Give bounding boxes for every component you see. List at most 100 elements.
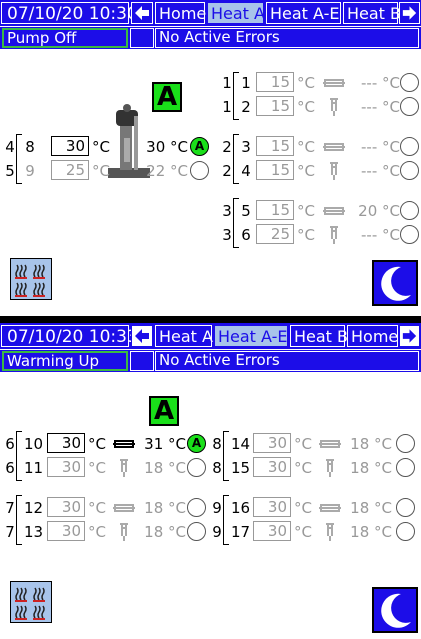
setpoint-input[interactable]: 30 bbox=[51, 136, 89, 156]
zone-id: 4 bbox=[241, 162, 251, 180]
tab-home[interactable]: Home bbox=[347, 325, 398, 347]
tab-home[interactable]: Home bbox=[155, 2, 206, 24]
status-spacer bbox=[130, 351, 154, 371]
heater-off-indicator bbox=[396, 522, 415, 541]
zone-id: 17 bbox=[231, 523, 251, 541]
hose-number: 6 bbox=[5, 435, 15, 453]
setpoint-input[interactable]: 15 bbox=[256, 136, 294, 156]
unit-label: °C bbox=[88, 435, 106, 453]
setpoint-input[interactable]: 15 bbox=[256, 72, 294, 92]
heater-on-indicator: A bbox=[187, 434, 206, 453]
unit-label: °C bbox=[294, 435, 312, 453]
unit-label: °C bbox=[294, 523, 312, 541]
tab-heat-b[interactable]: Heat B bbox=[290, 325, 348, 347]
setpoint-input[interactable]: 25 bbox=[51, 160, 89, 180]
heaters-icon bbox=[15, 264, 45, 297]
unit-label: °C bbox=[92, 162, 110, 180]
setpoint-input[interactable]: 15 bbox=[256, 200, 294, 220]
hose-icon bbox=[319, 440, 341, 448]
setpoint-input[interactable]: 30 bbox=[47, 497, 85, 517]
actual-temp: 18 °C bbox=[144, 499, 186, 517]
moon-icon bbox=[381, 266, 411, 301]
hose-icon bbox=[323, 207, 345, 215]
hose-icon bbox=[323, 79, 345, 87]
setpoint-input[interactable]: 15 bbox=[256, 160, 294, 180]
datetime: 07/10/20 10:33 bbox=[1, 325, 138, 347]
actual-temp: 18 °C bbox=[144, 459, 186, 477]
tab-heat-a[interactable]: Heat A bbox=[155, 325, 213, 347]
nav-right-button[interactable] bbox=[399, 2, 420, 24]
nav-left-button[interactable] bbox=[131, 325, 153, 347]
actual-temp: --- °C bbox=[361, 98, 400, 116]
standby-button[interactable] bbox=[372, 587, 418, 633]
error-status: No Active Errors bbox=[155, 28, 419, 48]
nav-left-button[interactable] bbox=[131, 2, 153, 24]
arrow-right-icon bbox=[402, 329, 417, 343]
unit-label: °C bbox=[297, 74, 315, 92]
hose-number: 5 bbox=[5, 162, 15, 180]
heater-off-indicator bbox=[400, 73, 419, 92]
heater-off-indicator bbox=[187, 458, 206, 477]
actual-temp: --- °C bbox=[361, 226, 400, 244]
setpoint-input[interactable]: 30 bbox=[253, 457, 291, 477]
tab-heat-a-e[interactable]: Heat A-E bbox=[266, 2, 341, 24]
tab-heat-b[interactable]: Heat B bbox=[343, 2, 401, 24]
hose-number: 6 bbox=[5, 459, 15, 477]
unit-label: °C bbox=[297, 138, 315, 156]
group-bracket bbox=[233, 134, 239, 184]
zone-id: 5 bbox=[241, 202, 251, 220]
nav-right-button[interactable] bbox=[399, 325, 420, 347]
setpoint-input[interactable]: 30 bbox=[47, 433, 85, 453]
arrow-left-icon bbox=[135, 329, 149, 343]
actual-temp: 18 °C bbox=[350, 523, 392, 541]
setpoint-input[interactable]: 30 bbox=[47, 457, 85, 477]
zone-id: 10 bbox=[24, 435, 44, 453]
group-bracket bbox=[223, 431, 229, 481]
hose-number: 8 bbox=[212, 435, 222, 453]
top-bar: 07/10/20 10:30 Home Heat A Heat A-E Heat… bbox=[0, 0, 421, 26]
zone-id: 14 bbox=[231, 435, 251, 453]
hose-number: 8 bbox=[212, 459, 222, 477]
hose-number: 2 bbox=[222, 162, 232, 180]
heat-screen-1: 07/10/20 10:30 Home Heat A Heat A-E Heat… bbox=[0, 0, 421, 316]
unit-label: °C bbox=[297, 162, 315, 180]
setpoint-input[interactable]: 15 bbox=[256, 96, 294, 116]
zone-id: 2 bbox=[241, 98, 251, 116]
setpoint-input[interactable]: 25 bbox=[256, 224, 294, 244]
zone-letter: A bbox=[191, 436, 202, 450]
hose-icon bbox=[323, 143, 345, 151]
probe-icon bbox=[120, 523, 128, 541]
probe-icon bbox=[120, 459, 128, 477]
setpoint-input[interactable]: 30 bbox=[253, 433, 291, 453]
hose-number: 1 bbox=[222, 98, 232, 116]
tab-heat-a-e[interactable]: Heat A-E bbox=[214, 325, 288, 347]
standby-button[interactable] bbox=[372, 260, 418, 306]
heaters-button[interactable] bbox=[10, 258, 52, 300]
heater-off-indicator bbox=[187, 522, 206, 541]
group-bracket bbox=[233, 72, 239, 120]
heaters-button[interactable] bbox=[10, 581, 52, 623]
actual-temp: 18 °C bbox=[350, 435, 392, 453]
group-bracket bbox=[16, 495, 22, 545]
unit-label: °C bbox=[297, 226, 315, 244]
zone-indicator: A bbox=[149, 396, 179, 426]
zone-id: 8 bbox=[25, 138, 35, 156]
zone-id: 15 bbox=[231, 459, 251, 477]
actual-temp: 18 °C bbox=[350, 499, 392, 517]
unit-label: °C bbox=[297, 202, 315, 220]
group-bracket bbox=[223, 495, 229, 545]
zone-id: 1 bbox=[241, 74, 251, 92]
setpoint-input[interactable]: 30 bbox=[253, 497, 291, 517]
actual-temp: --- °C bbox=[361, 138, 400, 156]
heater-off-indicator bbox=[400, 161, 419, 180]
zone-indicator: A bbox=[152, 82, 182, 112]
actual-temp: --- °C bbox=[361, 74, 400, 92]
hose-number: 2 bbox=[222, 138, 232, 156]
zone-letter: A bbox=[194, 139, 205, 153]
heater-off-indicator bbox=[396, 458, 415, 477]
heaters-icon bbox=[15, 587, 45, 620]
setpoint-input[interactable]: 30 bbox=[47, 521, 85, 541]
unit-label: °C bbox=[92, 138, 110, 156]
setpoint-input[interactable]: 30 bbox=[253, 521, 291, 541]
tab-heat-a[interactable]: Heat A bbox=[207, 2, 265, 24]
